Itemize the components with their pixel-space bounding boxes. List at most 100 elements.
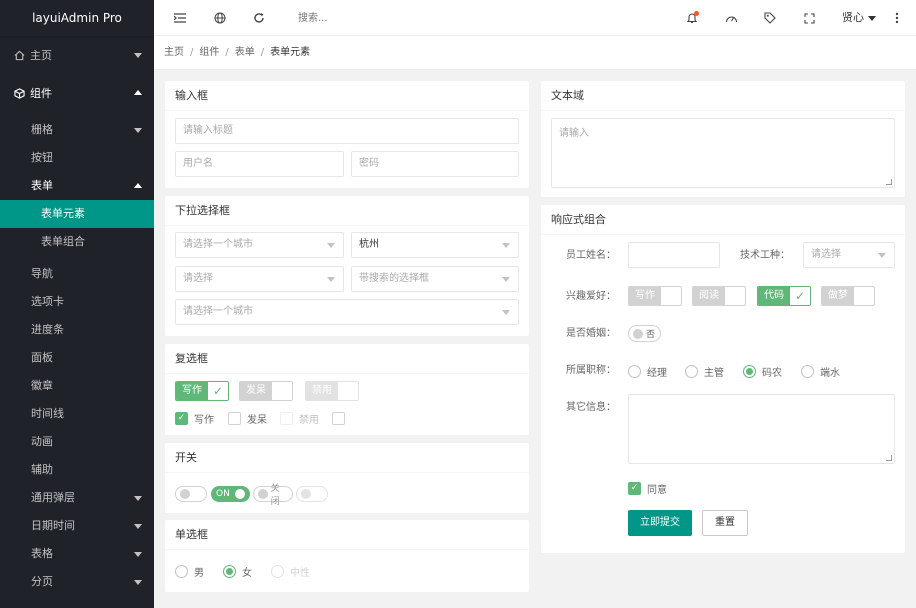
sidebar-item-button[interactable]: 按钮 bbox=[0, 144, 154, 172]
sidebar-item-datetime[interactable]: 日期时间 bbox=[0, 512, 154, 540]
radio-circle-checked bbox=[743, 364, 756, 378]
sidebar-item-timeline[interactable]: 时间线 bbox=[0, 400, 154, 428]
sidebar-item-label: 日期时间 bbox=[31, 519, 75, 532]
sidebar-item-table[interactable]: 表格 bbox=[0, 540, 154, 568]
resize-handle-icon[interactable] bbox=[886, 179, 892, 185]
username-input[interactable]: 用户名 bbox=[175, 151, 344, 177]
sidebar-item-layer[interactable]: 通用弹层 bbox=[0, 484, 154, 512]
title-input[interactable]: 请输入标题 bbox=[175, 118, 519, 144]
sidebar-item-label: 徽章 bbox=[31, 379, 53, 392]
caret-down-icon bbox=[878, 253, 886, 258]
submit-button[interactable]: 立即提交 bbox=[628, 510, 692, 536]
reset-button[interactable]: 重置 bbox=[702, 510, 748, 536]
checkbox-box bbox=[280, 411, 293, 425]
checkbox-label: 发呆 bbox=[247, 414, 267, 426]
notification-dot bbox=[694, 11, 699, 16]
role-supervisor[interactable]: 主管 bbox=[685, 363, 724, 379]
home-icon bbox=[14, 50, 25, 61]
sidebar-item-label: 通用弹层 bbox=[31, 491, 75, 504]
sidebar-item-label: 表格 bbox=[31, 547, 53, 560]
sidebar-item-label: 主页 bbox=[30, 49, 52, 62]
refresh-icon[interactable] bbox=[247, 0, 271, 36]
switch-disabled bbox=[296, 486, 328, 502]
hobby-writing[interactable]: 写作 bbox=[628, 286, 682, 306]
sidebar-item-progress[interactable]: 进度条 bbox=[0, 316, 154, 344]
select-value: 杭州 bbox=[359, 239, 379, 250]
more-icon[interactable] bbox=[885, 0, 909, 36]
menu-fold-icon[interactable] bbox=[168, 0, 192, 36]
search-select[interactable]: 带搜索的选择框 bbox=[351, 266, 519, 292]
sidebar-item-label: 栅格 bbox=[31, 123, 53, 136]
sidebar-item-panel[interactable]: 面板 bbox=[0, 344, 154, 372]
city-select-filled[interactable]: 杭州 bbox=[351, 232, 519, 258]
card-checkbox: 复选框 写作 ✓ 发呆 禁用 ✓ 写作 发呆 禁用 bbox=[165, 344, 529, 435]
sidebar-item-form-group[interactable]: 表单组合 bbox=[0, 228, 154, 256]
switch-label: 关闭 bbox=[270, 484, 280, 507]
hobby-coding[interactable]: 代码 ✓ bbox=[757, 286, 811, 306]
checkbox-daze[interactable]: 发呆 bbox=[228, 410, 267, 426]
globe-icon[interactable] bbox=[208, 0, 232, 36]
card-combo: 响应式组合 员工姓名： 技术工种： 请选择 兴趣爱好： 写作 阅读 代码 ✓ 做梦… bbox=[541, 205, 905, 553]
switch-off[interactable] bbox=[175, 486, 207, 502]
sidebar-item-tabs[interactable]: 选项卡 bbox=[0, 288, 154, 316]
breadcrumb-separator: / bbox=[225, 47, 229, 58]
chevron-down-icon bbox=[134, 524, 142, 529]
fullscreen-icon[interactable] bbox=[797, 0, 821, 36]
breadcrumb-components[interactable]: 组件 bbox=[199, 47, 219, 58]
generic-select[interactable]: 请选择 bbox=[175, 266, 344, 292]
check-slot bbox=[854, 287, 874, 305]
agree-checkbox[interactable]: ✓ 同意 bbox=[628, 480, 667, 496]
city-select-wide[interactable]: 请选择一个城市 bbox=[175, 299, 519, 325]
tag-icon[interactable] bbox=[758, 0, 782, 36]
role-waterboy[interactable]: 端水 bbox=[801, 363, 840, 379]
role-manager[interactable]: 经理 bbox=[628, 363, 667, 379]
breadcrumb-home[interactable]: 主页 bbox=[164, 47, 184, 58]
field-label: 员工姓名： bbox=[566, 250, 616, 261]
resize-handle-icon[interactable] bbox=[886, 455, 892, 461]
dashboard-icon[interactable] bbox=[719, 0, 743, 36]
sidebar-item-home[interactable]: 主页 bbox=[0, 36, 154, 74]
breadcrumb-separator: / bbox=[190, 47, 194, 58]
card-title: 开关 bbox=[165, 443, 529, 473]
select-placeholder: 请选择一个城市 bbox=[183, 239, 253, 250]
sidebar-item-components[interactable]: 组件 bbox=[0, 74, 154, 112]
caret-down-icon bbox=[868, 15, 876, 21]
tag-checkbox-disabled: 禁用 bbox=[305, 381, 359, 401]
sidebar-item-auxiliary[interactable]: 辅助 bbox=[0, 456, 154, 484]
checkbox-writing[interactable]: ✓ 写作 bbox=[175, 410, 214, 426]
tag-checkbox-daze[interactable]: 发呆 bbox=[239, 381, 293, 401]
tag-checkbox-writing[interactable]: 写作 ✓ bbox=[175, 381, 229, 401]
sidebar-item-badge[interactable]: 徽章 bbox=[0, 372, 154, 400]
sidebar-item-animation[interactable]: 动画 bbox=[0, 428, 154, 456]
sidebar-item-form-elements[interactable]: 表单元素 bbox=[0, 200, 154, 228]
search-input[interactable] bbox=[298, 11, 418, 25]
city-select[interactable]: 请选择一个城市 bbox=[175, 232, 344, 258]
hobby-reading[interactable]: 阅读 bbox=[692, 286, 746, 306]
sidebar-item-grid[interactable]: 栅格 bbox=[0, 116, 154, 144]
breadcrumb-separator: / bbox=[260, 47, 265, 58]
password-input[interactable]: 密码 bbox=[351, 151, 519, 177]
married-switch[interactable]: 否 bbox=[628, 325, 661, 342]
sidebar-item-form[interactable]: 表单 bbox=[0, 172, 154, 200]
sidebar-item-pagination[interactable]: 分页 bbox=[0, 568, 154, 596]
switch-off-labeled[interactable]: 关闭 bbox=[253, 484, 293, 507]
breadcrumb-form[interactable]: 表单 bbox=[235, 47, 255, 58]
checkbox-box bbox=[228, 411, 241, 425]
bell-icon[interactable] bbox=[680, 0, 704, 36]
employee-name-input[interactable] bbox=[628, 242, 720, 268]
textarea-input[interactable]: 请输入 bbox=[551, 118, 895, 188]
user-menu[interactable]: 贤心 bbox=[842, 0, 876, 36]
textarea-placeholder: 请输入 bbox=[559, 128, 589, 139]
other-info-textarea[interactable] bbox=[628, 394, 895, 464]
radio-male[interactable]: 男 bbox=[175, 563, 204, 579]
radio-circle bbox=[175, 564, 188, 578]
sidebar-item-nav[interactable]: 导航 bbox=[0, 260, 154, 288]
radio-female[interactable]: 女 bbox=[223, 563, 252, 579]
role-coder[interactable]: 码农 bbox=[743, 363, 782, 379]
radio-label: 主管 bbox=[704, 367, 724, 379]
checkbox-label: 代码 bbox=[758, 287, 790, 305]
checkbox-empty[interactable] bbox=[332, 410, 351, 426]
switch-on[interactable]: ON bbox=[211, 486, 250, 502]
hobby-dreaming[interactable]: 做梦 bbox=[821, 286, 875, 306]
skill-select[interactable]: 请选择 bbox=[803, 242, 895, 268]
